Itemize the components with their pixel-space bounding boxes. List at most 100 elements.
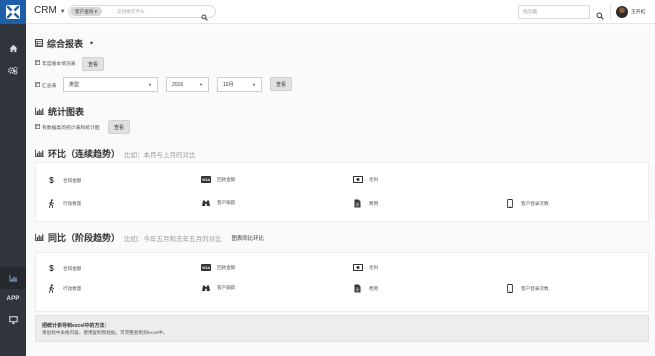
yoy-metric-contract[interactable]: $ 合同金额 <box>46 264 81 273</box>
month-select-value: 12月 <box>223 82 234 88</box>
table-icon <box>35 82 40 89</box>
composite-report-title: 综合报表 ✦ <box>35 37 94 50</box>
top-bar: CRM▼ 客户查询 ▾ 王开虹 <box>26 0 655 24</box>
metric-label: 合同金额 <box>63 265 82 271</box>
chart-toggle-link[interactable]: 图表同比环比 <box>232 234 264 242</box>
metric-label: 客户登录次数 <box>521 200 549 206</box>
chevron-down-icon: ▼ <box>148 82 152 87</box>
file-icon <box>352 199 363 208</box>
logo-icon[interactable] <box>0 0 26 24</box>
bar-chart-icon <box>35 148 44 159</box>
home-icon <box>8 40 18 58</box>
sidebar-item-home[interactable] <box>0 38 26 60</box>
binoculars-icon <box>200 284 211 292</box>
stats-row-label: 有数据类的统计表和统计图 <box>35 124 100 131</box>
metric-label: 毛利 <box>369 264 379 270</box>
username[interactable]: 王开虹 <box>631 8 645 15</box>
summary-view-button[interactable]: 查看 <box>270 77 292 91</box>
search-icon[interactable] <box>596 7 604 25</box>
file-icon <box>352 284 363 293</box>
yoy-metric-tracking[interactable]: 客户跟踪 <box>200 284 235 292</box>
mom-title: 环比（连续趋势） 比如：本月与上月的对比 <box>35 147 196 160</box>
visa-card-icon: VISA <box>200 264 211 271</box>
monitor-icon <box>8 311 18 329</box>
export-tip: 把统计表导到excel中的方法： 将鼠标中表格内容，使用复制和粘贴，可完整复制到… <box>35 315 649 342</box>
walking-icon <box>46 199 57 208</box>
annual-report-label: 年度基本情况表 <box>35 60 76 67</box>
yoy-metric-payment[interactable]: VISA 回款金额 <box>200 264 235 271</box>
stats-chart-title: 统计图表 <box>35 105 84 118</box>
search-scope-label: 客户查询 <box>75 9 94 14</box>
mom-metric-logins[interactable]: 客户登录次数 <box>504 199 549 208</box>
metric-label: 客户跟踪 <box>217 285 236 290</box>
function-search-input[interactable] <box>518 5 590 19</box>
mobile-icon <box>504 199 515 208</box>
table-icon <box>35 124 40 131</box>
yoy-metric-logins[interactable]: 客户登录次数 <box>504 284 549 293</box>
divider <box>610 5 611 19</box>
yoy-title: 同比（阶段趋势） 比如：今年五月和去年五月的对比 图表同比环比 <box>35 231 264 244</box>
mom-metric-profit[interactable]: 毛利 <box>352 176 378 183</box>
pin-icon[interactable]: ✦ <box>89 40 94 47</box>
year-select[interactable]: 2016 ▼ <box>166 77 209 92</box>
mom-subtitle: 比如：本月与上月的对比 <box>124 151 196 159</box>
main-content: 综合报表 ✦ 年度基本情况表 查看 汇总表 类型 ▼ 2016 ▼ 12月 ▼ … <box>26 25 655 356</box>
walking-icon <box>46 284 57 293</box>
visa-card-icon: VISA <box>200 176 211 183</box>
sidebar-item-charts[interactable] <box>0 267 26 289</box>
dollar-icon: $ <box>49 176 54 185</box>
mom-heading: 环比（连续趋势） <box>48 149 121 159</box>
search-scope-dropdown[interactable]: 客户查询 ▾ <box>70 7 102 16</box>
yoy-metric-expense[interactable]: 费用 <box>352 284 378 293</box>
export-tip-body: 将鼠标中表格内容，使用复制和粘贴，可完整复制到excel中。 <box>42 330 168 335</box>
avatar[interactable] <box>616 6 628 18</box>
svg-text:VISA: VISA <box>202 266 210 270</box>
metric-label: 费用 <box>369 200 379 206</box>
metric-label: 客户跟踪 <box>217 200 236 205</box>
table-icon <box>35 60 40 67</box>
composite-report-heading: 综合报表 <box>47 39 84 49</box>
chart-icon <box>9 269 18 287</box>
mom-metrics-panel: $ 合同金额 VISA 回款金额 毛利 行动数量 客户跟踪 费用 客户登录次数 <box>35 162 649 222</box>
stats-view-button[interactable]: 查看 <box>108 120 130 134</box>
cogs-icon <box>8 62 18 80</box>
mom-metric-contract[interactable]: $ 合同金额 <box>46 176 81 185</box>
yoy-metric-actions[interactable]: 行动数量 <box>46 284 81 293</box>
report-icon <box>35 38 43 49</box>
stats-row-text: 有数据类的统计表和统计图 <box>42 126 100 131</box>
summary-view-label: 查看 <box>275 81 286 88</box>
type-select[interactable]: 类型 ▼ <box>63 77 158 92</box>
app-switcher[interactable]: CRM ▼ <box>34 5 66 16</box>
stats-view-label: 查看 <box>113 124 124 131</box>
annual-report-text: 年度基本情况表 <box>42 62 76 67</box>
sidebar-item-desktop[interactable] <box>0 309 26 331</box>
sidebar-item-settings[interactable] <box>0 60 26 82</box>
export-tip-title: 把统计表导到excel中的方法： <box>42 323 110 329</box>
yoy-metric-profit[interactable]: 毛利 <box>352 264 378 271</box>
binoculars-icon <box>200 199 211 207</box>
sidebar-item-app[interactable]: APP <box>0 288 26 310</box>
dollar-icon: $ <box>49 264 54 273</box>
search-input[interactable] <box>117 7 197 16</box>
yoy-metrics-panel: $ 合同金额 VISA 回款金额 毛利 行动数量 客户跟踪 费用 客户登录次数 <box>35 252 649 312</box>
year-select-value: 2016 <box>172 81 184 88</box>
summary-label: 汇总表 <box>35 82 56 89</box>
brand-name: CRM <box>34 5 57 16</box>
money-icon <box>352 264 363 271</box>
sidebar-item-app-label: APP <box>6 296 20 302</box>
mobile-icon <box>504 284 515 293</box>
bar-chart-icon <box>35 106 44 117</box>
annual-report-view-button[interactable]: 查看 <box>82 57 104 71</box>
mom-metric-tracking[interactable]: 客户跟踪 <box>200 199 235 207</box>
metric-label: 合同金额 <box>63 177 82 183</box>
mom-metric-actions[interactable]: 行动数量 <box>46 199 81 208</box>
month-select[interactable]: 12月 ▼ <box>217 77 262 92</box>
yoy-heading: 同比（阶段趋势） <box>48 233 121 243</box>
metric-label: 毛利 <box>369 176 379 182</box>
crm-app: APP CRM▼ 客户查询 ▾ 王开虹 <box>0 0 655 356</box>
metric-label: 回款金额 <box>217 264 236 270</box>
chevron-down-icon: ▼ <box>199 82 203 87</box>
search-icon[interactable] <box>201 8 208 26</box>
mom-metric-expense[interactable]: 费用 <box>352 199 378 208</box>
mom-metric-payment[interactable]: VISA 回款金额 <box>200 176 235 183</box>
